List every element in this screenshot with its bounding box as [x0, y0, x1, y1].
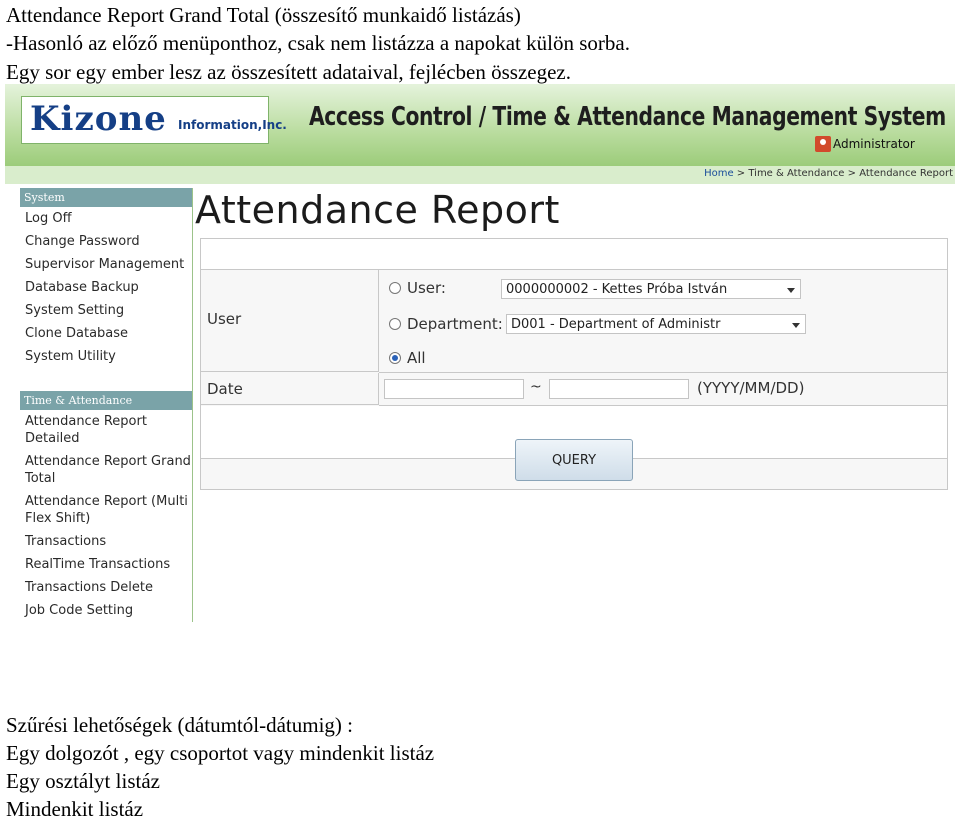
breadcrumb-home-link[interactable]: Home	[704, 168, 734, 179]
logo-text: Kizone	[30, 99, 167, 139]
sidebar-item-database-backup[interactable]: Database Backup	[20, 279, 192, 296]
radio-all-option[interactable]: All	[389, 349, 426, 367]
sidebar-item-job-code-setting[interactable]: Job Code Setting	[20, 602, 192, 619]
bottom-line-1: Szűrési lehetőségek (dátumtól-dátumig) :	[6, 713, 353, 737]
sidebar-item-clone-database[interactable]: Clone Database	[20, 325, 192, 342]
page-title: Attendance Report	[195, 188, 560, 232]
sidebar-item-transactions[interactable]: Transactions	[20, 533, 192, 550]
user-select-value: 0000000002 - Kettes Próba István	[506, 282, 728, 297]
radio-department-label: Department:	[407, 315, 503, 333]
sidebar-item-supervisor-management[interactable]: Supervisor Management	[20, 256, 192, 273]
date-label: Date	[207, 380, 243, 398]
radio-user-option[interactable]: User:	[389, 279, 446, 297]
query-button[interactable]: QUERY	[515, 439, 633, 481]
radio-department[interactable]	[389, 318, 401, 330]
bottom-line-4: Mindenkit listáz	[6, 797, 144, 821]
user-select[interactable]: 0000000002 - Kettes Próba István	[501, 279, 801, 299]
screenshot-frame: Kizone Information,Inc. Access Control /…	[5, 84, 955, 622]
sidebar-item-log-off[interactable]: Log Off	[20, 210, 192, 227]
sidebar-item-transactions-delete[interactable]: Transactions Delete	[20, 579, 192, 596]
radio-user[interactable]	[389, 282, 401, 294]
sidebar-item-system-setting[interactable]: System Setting	[20, 302, 192, 319]
sidebar-item-realtime-transactions[interactable]: RealTime Transactions	[20, 556, 192, 573]
intro-line-1: Attendance Report Grand Total (összesítő…	[6, 3, 521, 27]
user-row-label: User	[201, 270, 379, 372]
user-label: User	[207, 310, 242, 328]
radio-all-label: All	[407, 349, 426, 367]
sidebar-header-time-attendance: Time & Attendance	[20, 391, 192, 410]
sidebar-item-attendance-report-detailed[interactable]: Attendance Report Detailed	[20, 413, 192, 447]
logo-subtitle: Information,Inc.	[178, 118, 287, 132]
date-from-input[interactable]	[384, 379, 524, 399]
department-select[interactable]: D001 - Department of Administr	[506, 314, 806, 334]
bottom-line-2: Egy dolgozót , egy csoportot vagy minden…	[6, 741, 435, 765]
radio-department-option[interactable]: Department:	[389, 315, 503, 333]
form-header-row	[201, 239, 947, 270]
date-row-label: Date	[201, 373, 379, 405]
chevron-down-icon	[792, 323, 800, 328]
radio-all[interactable]	[389, 352, 401, 364]
date-separator: ~	[530, 379, 542, 395]
sidebar: System Log Off Change Password Superviso…	[20, 188, 193, 622]
user-icon	[815, 136, 831, 152]
sidebar-item-change-password[interactable]: Change Password	[20, 233, 192, 250]
breadcrumb-separator: >	[733, 168, 749, 179]
breadcrumb-separator: >	[844, 168, 860, 179]
bottom-line-3: Egy osztályt listáz	[6, 769, 160, 793]
date-to-input[interactable]	[549, 379, 689, 399]
sidebar-item-attendance-report-grand-total[interactable]: Attendance Report Grand Total	[20, 453, 192, 487]
breadcrumb-section[interactable]: Time & Attendance	[748, 168, 844, 179]
breadcrumb-page: Attendance Report	[859, 168, 953, 179]
report-filter-form: User User: 0000000002 - Kettes Próba Ist…	[200, 238, 948, 490]
intro-line-2: -Hasonló az előző menüponthoz, csak nem …	[6, 31, 630, 55]
breadcrumb: Home > Time & Attendance > Attendance Re…	[704, 168, 953, 179]
sidebar-item-system-utility[interactable]: System Utility	[20, 348, 192, 365]
app-header: Kizone Information,Inc. Access Control /…	[5, 84, 955, 166]
system-title: Access Control / Time & Attendance Manag…	[309, 102, 946, 132]
kizone-logo[interactable]: Kizone Information,Inc.	[21, 96, 287, 144]
sidebar-item-attendance-report-multi-flex-shift[interactable]: Attendance Report (Multi Flex Shift)	[20, 493, 192, 527]
department-select-value: D001 - Department of Administr	[511, 317, 721, 332]
intro-line-3: Egy sor egy ember lesz az összesített ad…	[6, 60, 572, 84]
sidebar-header-system: System	[20, 188, 192, 207]
user-name: Administrator	[833, 137, 915, 151]
date-format-hint: (YYYY/MM/DD)	[697, 379, 805, 397]
radio-user-label: User:	[407, 279, 446, 297]
user-menu[interactable]: Administrator	[815, 136, 915, 152]
chevron-down-icon	[787, 288, 795, 293]
